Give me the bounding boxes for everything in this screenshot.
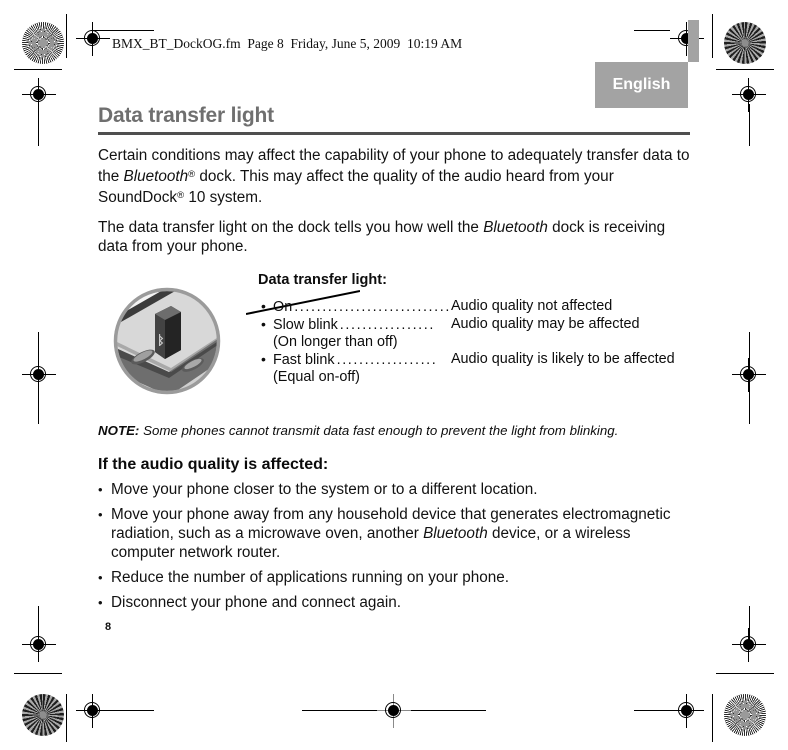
registration-mark-bottom-center — [377, 694, 411, 728]
table-row: • On ............................ Audio … — [261, 298, 681, 316]
bullet-icon: • — [261, 315, 266, 332]
registration-mark-bottom-left-inner — [76, 694, 110, 728]
trim-line-bottom-left-horizontal — [92, 710, 154, 711]
registration-mark-left-lower — [22, 628, 56, 662]
dot-leader: ................. — [339, 316, 435, 333]
state-cell: • On ............................ — [261, 298, 451, 316]
trim-line-top-left-vertical — [66, 14, 67, 58]
callout-label: Data transfer light: — [258, 271, 387, 288]
dot-leader: ............................ — [294, 298, 451, 315]
state-label: Fast blink — [273, 351, 335, 368]
resolution-star-target-top-left — [22, 22, 64, 64]
dock-adapter-illustration — [113, 287, 221, 395]
trim-line-left-middle — [38, 332, 39, 424]
trim-line-left-lower — [14, 673, 62, 674]
note-label: NOTE: — [98, 422, 140, 438]
remedies-list: Move your phone closer to the system or … — [98, 480, 690, 612]
intro-p2-bluetooth: Bluetooth — [483, 218, 548, 236]
list-item: Move your phone closer to the system or … — [98, 480, 690, 499]
trim-line-bottom-center-right — [411, 710, 486, 711]
registration-mark-left-upper — [22, 78, 56, 112]
state-sub-label: (Equal on-off) — [273, 368, 360, 385]
remedies-heading: If the audio quality is affected: — [98, 455, 329, 473]
trim-line-top-right-horizontal — [634, 30, 670, 31]
language-tab-trim-bleed — [688, 20, 699, 62]
trim-line-bottom-center-left — [302, 710, 377, 711]
intro-p1-suffix: 10 system. — [184, 188, 263, 206]
trim-line-right-upper — [716, 69, 774, 70]
registration-mark-bottom-right-inner — [670, 694, 704, 728]
state-label: On — [273, 298, 293, 315]
list-item: Move your phone away from any household … — [98, 505, 690, 562]
bullet-icon: • — [261, 350, 266, 367]
remedy-prefix: Reduce the number of applications runnin… — [111, 568, 509, 586]
result-cell: Audio quality is likely to be affected — [450, 350, 675, 367]
document-header-line: BMX_BT_DockOG.fm Page 8 Friday, June 5, … — [112, 36, 463, 51]
state-cell: • Slow blink ................. (On longe… — [261, 316, 451, 351]
bullet-icon: • — [261, 297, 266, 314]
list-item: Reduce the number of applications runnin… — [98, 568, 690, 587]
note-paragraph: NOTE: Some phones cannot transmit data f… — [98, 422, 690, 439]
trim-line-right-lower-vertical — [749, 606, 750, 646]
light-state-table: • On ............................ Audio … — [261, 298, 681, 386]
trim-line-left-upper-vertical — [38, 104, 39, 146]
trim-line-right-lower — [716, 673, 774, 674]
trim-line-top-right-vertical — [712, 14, 713, 58]
remedy-prefix: Move your phone closer to the system or … — [111, 480, 538, 498]
trim-line-right-upper-vertical — [749, 104, 750, 146]
result-cell: Audio quality may be affected — [450, 315, 640, 332]
result-cell: Audio quality not affected — [450, 297, 613, 314]
trim-line-bottom-right-vertical — [712, 694, 713, 742]
registration-mark-left-middle — [22, 358, 56, 392]
trim-line-left-upper — [14, 69, 62, 70]
state-cell: • Fast blink .................. (Equal o… — [261, 351, 451, 386]
page-content: Data transfer light Certain conditions m… — [98, 104, 690, 612]
state-sub-label: (On longer than off) — [273, 333, 398, 350]
trim-line-top-left-horizontal — [92, 30, 154, 31]
list-item: Disconnect your phone and connect again. — [98, 593, 690, 612]
note-text: Some phones cannot transmit data fast en… — [139, 422, 619, 438]
state-label: Slow blink — [273, 316, 338, 333]
resolution-star-target-bottom-left — [22, 694, 64, 736]
intro-p2-prefix: The data transfer light on the dock tell… — [98, 218, 484, 236]
remedy-prefix: Disconnect your phone and connect again. — [111, 593, 401, 611]
title-rule — [98, 132, 690, 135]
intro-paragraph-2: The data transfer light on the dock tell… — [98, 218, 690, 256]
trim-line-bottom-right-horizontal — [634, 710, 670, 711]
trim-line-bottom-left-vertical — [66, 694, 67, 742]
table-row: • Slow blink ................. (On longe… — [261, 316, 681, 351]
trim-line-right-middle — [749, 332, 750, 424]
language-tab-english[interactable]: English — [595, 62, 688, 108]
page-title: Data transfer light — [98, 104, 274, 127]
table-row: • Fast blink .................. (Equal o… — [261, 351, 681, 386]
intro-p1-bluetooth: Bluetooth — [123, 167, 189, 185]
data-transfer-light-figure: Data transfer light: • On ..............… — [98, 272, 690, 412]
registration-mark-top-left-inner — [76, 22, 110, 56]
intro-paragraph-1: Certain conditions may affect the capabi… — [98, 146, 690, 207]
dot-leader: .................. — [336, 351, 438, 368]
page-number: 8 — [105, 621, 112, 633]
remedy-italic: Bluetooth — [423, 524, 488, 542]
resolution-star-target-bottom-right — [724, 694, 766, 736]
trim-line-left-lower-vertical — [38, 606, 39, 646]
resolution-star-target-top-right — [724, 22, 766, 64]
